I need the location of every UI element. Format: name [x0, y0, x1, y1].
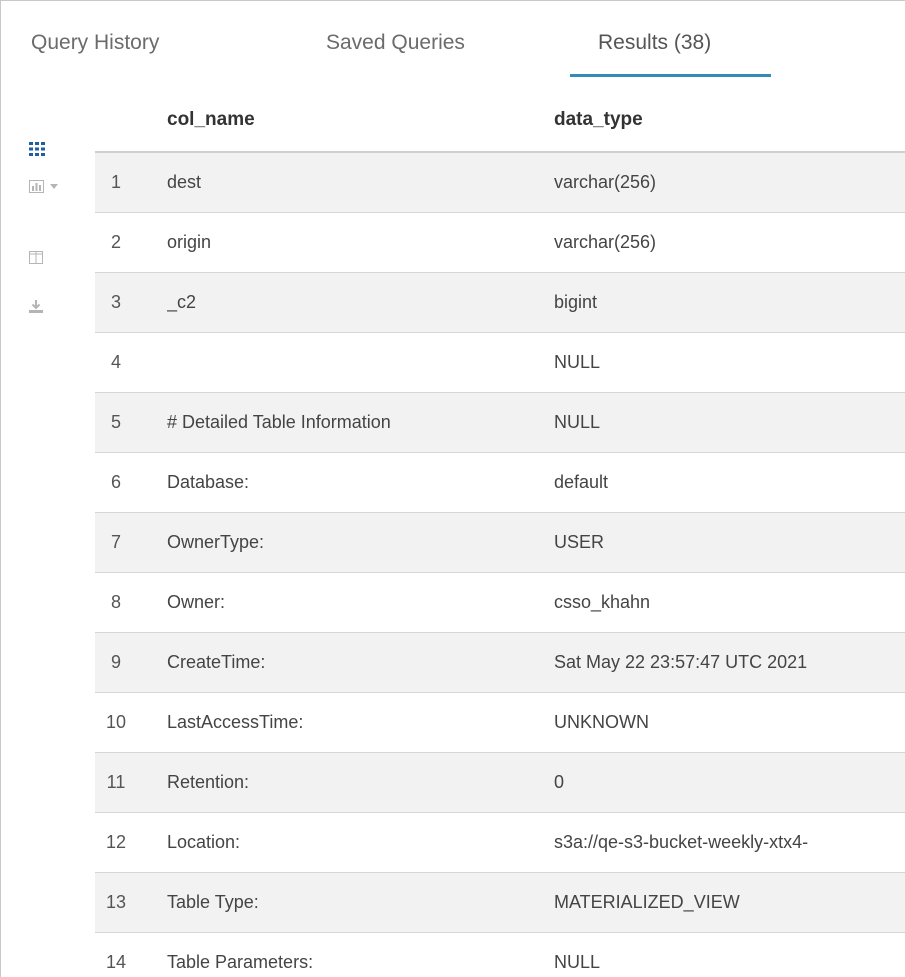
chart-view-button[interactable] — [29, 174, 73, 198]
column-header-col-name[interactable]: col_name — [167, 89, 554, 153]
results-table-container: col_name data_type 1 dest varchar(256) 2 ori… — [95, 89, 905, 977]
cell-data-type[interactable]: 0 — [554, 752, 905, 813]
table-body: 1 dest varchar(256) 2 origin varchar(256) 3 _c2… — [95, 152, 905, 977]
cell-col-name[interactable]: Owner: — [167, 572, 554, 633]
cell-col-name[interactable]: Location: — [167, 812, 554, 873]
cell-data-type[interactable]: NULL — [554, 392, 905, 453]
tab-saved-queries[interactable]: Saved Queries — [326, 31, 465, 55]
cell-col-name[interactable]: Retention: — [167, 752, 554, 813]
table-row[interactable]: 5 # Detailed Table Information NULL — [95, 392, 905, 453]
table-row[interactable]: 1 dest varchar(256) — [95, 152, 905, 213]
row-number: 4 — [95, 332, 167, 393]
table-header-row: col_name data_type — [95, 89, 905, 153]
active-tab-indicator — [570, 74, 771, 77]
download-icon — [29, 299, 43, 313]
cell-col-name[interactable]: CreateTime: — [167, 632, 554, 693]
row-number-header — [95, 89, 167, 153]
cell-data-type[interactable]: NULL — [554, 332, 905, 393]
grid-view-button[interactable] — [29, 137, 73, 161]
row-number: 13 — [95, 872, 167, 933]
columns-button[interactable] — [29, 245, 73, 269]
cell-data-type[interactable]: varchar(256) — [554, 212, 905, 273]
row-number: 5 — [95, 392, 167, 453]
bar-chart-icon — [29, 179, 44, 193]
row-number: 2 — [95, 212, 167, 273]
cell-col-name[interactable]: Table Type: — [167, 872, 554, 933]
cell-col-name[interactable] — [167, 332, 554, 393]
download-button[interactable] — [29, 294, 73, 318]
table-row[interactable]: 8 Owner: csso_khahn — [95, 572, 905, 633]
tab-bar: Query History Saved Queries Results (38) — [1, 1, 905, 83]
cell-data-type[interactable]: default — [554, 452, 905, 513]
row-number: 14 — [95, 932, 167, 977]
cell-col-name[interactable]: origin — [167, 212, 554, 273]
table-row[interactable]: 11 Retention: 0 — [95, 752, 905, 813]
cell-col-name[interactable]: OwnerType: — [167, 512, 554, 573]
row-number: 8 — [95, 572, 167, 633]
cell-data-type[interactable]: varchar(256) — [554, 152, 905, 213]
table-row[interactable]: 9 CreateTime: Sat May 22 23:57:47 UTC 2021 — [95, 632, 905, 693]
results-table: col_name data_type 1 dest varchar(256) 2 ori… — [95, 89, 905, 977]
cell-col-name[interactable]: dest — [167, 152, 554, 213]
row-number: 1 — [95, 152, 167, 213]
cell-data-type[interactable]: bigint — [554, 272, 905, 333]
cell-col-name[interactable]: # Detailed Table Information — [167, 392, 554, 453]
table-row[interactable]: 3 _c2 bigint — [95, 272, 905, 333]
cell-data-type[interactable]: s3a://qe-s3-bucket-weekly-xtx4- — [554, 812, 905, 873]
row-number: 12 — [95, 812, 167, 873]
tab-results[interactable]: Results (38) — [598, 31, 711, 55]
cell-col-name[interactable]: LastAccessTime: — [167, 692, 554, 753]
cell-data-type[interactable]: csso_khahn — [554, 572, 905, 633]
table-row[interactable]: 12 Location: s3a://qe-s3-bucket-weekly-xtx… — [95, 812, 905, 873]
table-row[interactable]: 6 Database: default — [95, 452, 905, 513]
table-row[interactable]: 2 origin varchar(256) — [95, 212, 905, 273]
cell-data-type[interactable]: MATERIALIZED_VIEW — [554, 872, 905, 933]
table-row[interactable]: 13 Table Type: MATERIALIZED_VIEW — [95, 872, 905, 933]
cell-col-name[interactable]: Database: — [167, 452, 554, 513]
column-header-data-type[interactable]: data_type — [554, 89, 905, 153]
table-row[interactable]: 7 OwnerType: USER — [95, 512, 905, 573]
row-number: 6 — [95, 452, 167, 513]
row-number: 10 — [95, 692, 167, 753]
tab-query-history[interactable]: Query History — [31, 31, 159, 55]
row-number: 9 — [95, 632, 167, 693]
cell-data-type[interactable]: UNKNOWN — [554, 692, 905, 753]
chevron-down-icon — [50, 183, 58, 189]
row-number: 3 — [95, 272, 167, 333]
cell-col-name[interactable]: Table Parameters: — [167, 932, 554, 977]
row-number: 7 — [95, 512, 167, 573]
cell-data-type[interactable]: Sat May 22 23:57:47 UTC 2021 — [554, 632, 905, 693]
grid-icon — [29, 142, 45, 156]
table-row[interactable]: 14 Table Parameters: NULL — [95, 932, 905, 977]
cell-data-type[interactable]: USER — [554, 512, 905, 573]
table-row[interactable]: 10 LastAccessTime: UNKNOWN — [95, 692, 905, 753]
columns-icon — [29, 250, 43, 264]
results-panel: Query History Saved Queries Results (38) — [0, 0, 905, 977]
row-number: 11 — [95, 752, 167, 813]
cell-col-name[interactable]: _c2 — [167, 272, 554, 333]
table-row[interactable]: 4 NULL — [95, 332, 905, 393]
cell-data-type[interactable]: NULL — [554, 932, 905, 977]
